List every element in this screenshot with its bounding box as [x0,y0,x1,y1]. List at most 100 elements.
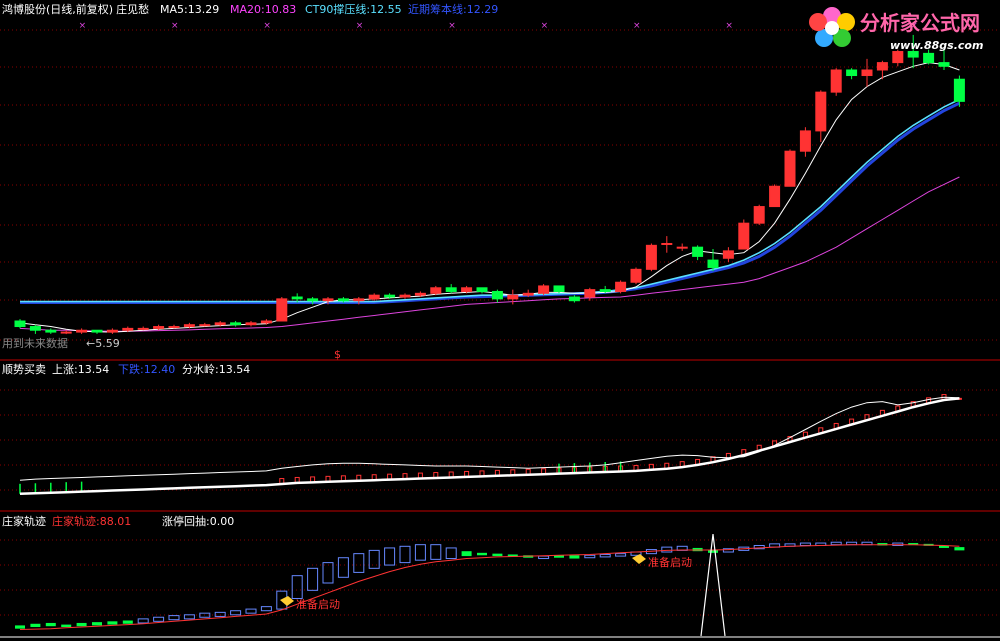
candle-body [168,326,180,329]
signal-marker: × [356,21,364,31]
bottom-panel-title: 庄家轨迹 [2,514,46,528]
candle-body [876,62,888,71]
candle-body [430,287,442,294]
track-bar [260,606,272,612]
candle-body [615,281,627,292]
svg-text:准备启动: 准备启动 [648,555,692,569]
trend-buy-sell-panel[interactable] [19,394,962,496]
candle-body [106,329,118,333]
annotation-ready-start-1: 准备启动 [280,596,340,611]
candle-body [861,69,873,77]
annotation-ready-start-2: 准备启动 [632,554,692,569]
legend-cost-line: 近期筹本线:12.29 [408,2,498,16]
candle-body [507,294,519,300]
candle-body [815,91,827,132]
candle-body [445,287,457,292]
track-bar [477,552,487,556]
candle-body [738,222,750,250]
legend-rise: 上涨:13.54 [52,363,109,376]
candle-body [230,322,242,326]
track-bar [599,553,611,558]
stock-chart[interactable]: ×××××××××× 鸿博股份(日线,前复权)庄见愁 MA5:13.29 MA2… [0,0,1000,641]
candle-body [307,298,319,302]
track-bar [45,622,56,627]
low-price-marker: ←5.59 [86,337,120,350]
candle-body [60,331,72,334]
track-bar [230,610,242,616]
signal-marker: × [263,21,271,31]
candle-body [414,292,426,296]
candle-body [584,289,596,298]
signal-dollar-icon: $ [334,348,341,361]
candle-body [676,246,688,249]
track-bar [353,553,365,573]
candle-body [630,268,642,283]
track-bar [954,547,965,551]
flower-icon [809,7,855,47]
candle-body [76,329,88,333]
track-bar [538,555,550,560]
cost-line [20,101,961,304]
track-bar [569,555,580,559]
candle-body [769,185,781,208]
track-bar [137,618,149,624]
signal-marker: × [725,21,733,31]
track-bar [107,621,118,625]
candle-body [153,326,165,329]
signal-marker: × [633,21,641,31]
legend-ma20: MA20:10.83 [230,3,296,16]
candle-body [214,322,226,326]
track-bar [291,575,303,599]
track-bar [661,546,673,553]
track-bar [384,547,396,566]
candle-body [892,51,904,64]
track-bar [584,554,596,559]
middle-panel-title: 顺势买卖 [2,363,46,376]
track-bar [445,547,457,560]
candle-body [399,294,411,298]
signal-marker: × [541,21,549,31]
grid-lines [0,29,1000,638]
candle-body [384,294,396,298]
candle-body [322,298,334,302]
candle-body [491,290,503,300]
candle-body [122,327,134,331]
track-bar [214,611,226,617]
candle-body [353,298,365,302]
track-bar [15,625,25,629]
track-bar [414,544,426,561]
future-data-note: 用到未来数据 [2,336,68,350]
candle-body [14,320,26,328]
legend-limit-pullback: 涨停回抽:0.00 [162,514,234,528]
track-bar [76,622,87,627]
candle-body [538,285,550,294]
track-bar [307,567,319,591]
candle-body [553,285,565,292]
candle-body [522,292,534,296]
dealer-track-panel[interactable] [15,534,965,637]
track-bar [430,544,442,560]
logo-url: www.88gs.com [890,39,983,52]
track-bar [30,623,41,628]
candle-body [276,298,288,322]
candle-body [245,322,257,326]
candle-body [907,51,919,58]
track-bar [461,551,472,557]
track-bar [399,545,411,564]
candle-body [692,246,704,257]
candle-body [260,320,272,324]
signal-marker: × [79,21,87,31]
track-bar [368,549,380,569]
candle-body [722,250,734,259]
main-price-panel[interactable]: ×××××××××× [14,21,965,335]
track-bar [245,608,257,614]
signal-marker: × [171,21,179,31]
site-logo: 分析家公式网 www.88gs.com [809,7,983,52]
track-bar [830,541,842,546]
candle-body [661,242,673,245]
track-bar [337,557,349,578]
candle-body [476,287,488,292]
candle-body [753,206,765,224]
legend-fall: 下跌:12.40 [118,362,175,376]
candle-body [799,130,811,152]
